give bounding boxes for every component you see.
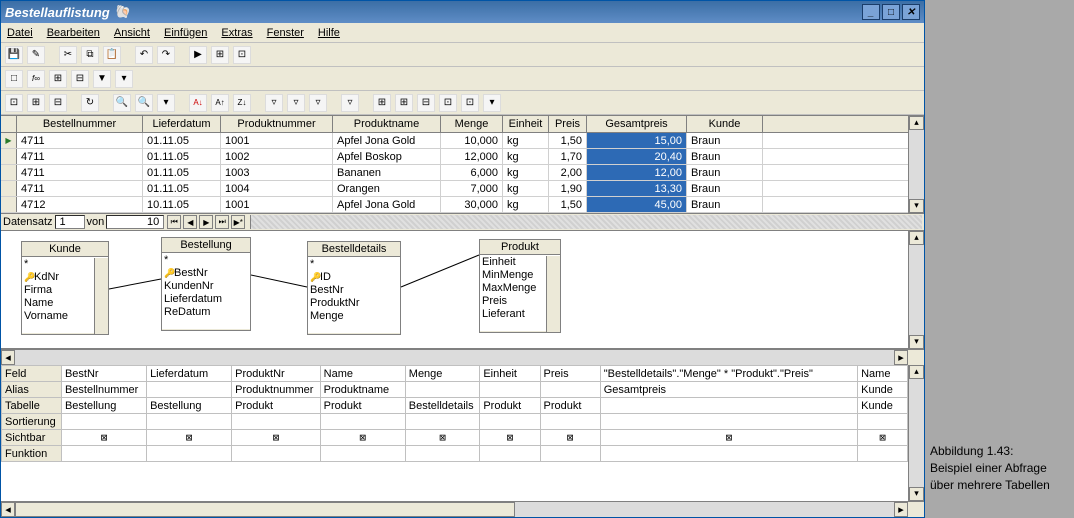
close-button[interactable]: ✕ bbox=[902, 4, 920, 20]
menu-datei[interactable]: Datei bbox=[7, 27, 33, 39]
find2-icon[interactable]: 🔍 bbox=[135, 94, 153, 112]
col-einheit[interactable]: Einheit bbox=[503, 116, 549, 132]
edit-icon[interactable]: ✎ bbox=[27, 46, 45, 64]
figure-caption: Abbildung 1.43: Beispiel einer Abfrage ü… bbox=[930, 443, 1074, 493]
window-title: Bestellauflistung bbox=[5, 5, 110, 20]
sort-asc-icon[interactable]: A↓ bbox=[189, 94, 207, 112]
menu-fenster[interactable]: Fenster bbox=[267, 27, 304, 39]
query-designer[interactable]: Kunde *🔑KdNrFirmaNameVorname Bestellung … bbox=[1, 231, 908, 349]
toolbar-2: □ f∞ ⊞ ⊟ ▼ ▾ bbox=[1, 67, 924, 91]
menu-hilfe[interactable]: Hilfe bbox=[318, 27, 340, 39]
nav-last-icon[interactable]: ⏭ bbox=[215, 215, 229, 229]
run-icon[interactable]: ▶ bbox=[189, 46, 207, 64]
paste-icon[interactable]: 📋 bbox=[103, 46, 121, 64]
col-preis[interactable]: Preis bbox=[549, 116, 587, 132]
designer-scrollbar-h[interactable]: ◂ ▸ bbox=[1, 349, 924, 365]
dropdown2-icon[interactable]: ▾ bbox=[157, 94, 175, 112]
alias-icon[interactable]: ⊟ bbox=[71, 70, 89, 88]
criteria-scrollbar-h[interactable]: ◂ ▸ bbox=[1, 501, 924, 517]
refresh-icon[interactable]: ↻ bbox=[81, 94, 99, 112]
table-bestelldetails[interactable]: Bestelldetails *🔑IDBestNrProduktNrMenge bbox=[307, 241, 401, 335]
record-navigator: Datensatz 1 von 10 ⏮ ◀ ▶ ⏭ ▶* bbox=[1, 213, 924, 231]
nav-von: von bbox=[87, 216, 105, 228]
menu-bearbeiten[interactable]: Bearbeiten bbox=[47, 27, 100, 39]
copy-icon[interactable]: ⧉ bbox=[81, 46, 99, 64]
table-row[interactable]: 471210.11.051001Apfel Jona Gold30,000kg1… bbox=[1, 197, 908, 213]
nav-next-icon[interactable]: ▶ bbox=[199, 215, 213, 229]
col-lieferdatum[interactable]: Lieferdatum bbox=[143, 116, 221, 132]
cut-icon[interactable]: ✂ bbox=[59, 46, 77, 64]
table-produkt[interactable]: Produkt EinheitMinMengeMaxMengePreisLief… bbox=[479, 239, 561, 333]
new-icon[interactable]: □ bbox=[5, 70, 23, 88]
table-bestellung[interactable]: Bestellung *🔑BestNrKundenNrLieferdatumRe… bbox=[161, 237, 251, 331]
toolbar-1: 💾 ✎ ✂ ⧉ 📋 ↶ ↷ ▶ ⊞ ⊡ bbox=[1, 43, 924, 67]
col-produktnummer[interactable]: Produktnummer bbox=[221, 116, 333, 132]
criteria-scrollbar-v[interactable]: ▴▾ bbox=[908, 365, 924, 501]
rec-edit-icon[interactable]: ⊞ bbox=[27, 94, 45, 112]
redo-icon[interactable]: ↷ bbox=[157, 46, 175, 64]
grid-scrollbar-v[interactable]: ▴▾ bbox=[908, 116, 924, 213]
find-icon[interactable]: 🔍 bbox=[113, 94, 131, 112]
criteria-grid[interactable]: FeldBestNrLieferdatumProduktNrNameMengeE… bbox=[1, 365, 908, 501]
nav-current[interactable]: 1 bbox=[55, 215, 85, 229]
col-icon[interactable]: ⊡ bbox=[439, 94, 457, 112]
table-row[interactable]: 471101.11.051002Apfel Boskop12,000kg1,70… bbox=[1, 149, 908, 165]
criteria-row-sortierung: Sortierung bbox=[2, 414, 62, 430]
maximize-button[interactable]: □ bbox=[882, 4, 900, 20]
menu-extras[interactable]: Extras bbox=[221, 27, 252, 39]
rec-del-icon[interactable]: ⊟ bbox=[49, 94, 67, 112]
rec-save-icon[interactable]: ⊡ bbox=[5, 94, 23, 112]
fn-icon[interactable]: f∞ bbox=[27, 70, 45, 88]
col2-icon[interactable]: ⊡ bbox=[461, 94, 479, 112]
col-bestellnummer[interactable]: Bestellnummer bbox=[17, 116, 143, 132]
nav-first-icon[interactable]: ⏮ bbox=[167, 215, 181, 229]
sql-icon[interactable]: ⊞ bbox=[211, 46, 229, 64]
table-row[interactable]: 471101.11.051004Orangen7,000kg1,9013,30B… bbox=[1, 181, 908, 197]
menubar: Datei Bearbeiten Ansicht Einfügen Extras… bbox=[1, 23, 924, 43]
table-row[interactable]: ▶471101.11.051001Apfel Jona Gold10,000kg… bbox=[1, 133, 908, 149]
nav-prev-icon[interactable]: ◀ bbox=[183, 215, 197, 229]
nav-new-icon[interactable]: ▶* bbox=[231, 215, 245, 229]
toolbar-3: ⊡ ⊞ ⊟ ↻ 🔍 🔍 ▾ A↓ A↑ Z↓ ▿ ▿ ▿ ▿ ⊞ ⊞ ⊟ ⊡ ⊡… bbox=[1, 91, 924, 115]
nav-label: Datensatz bbox=[3, 216, 53, 228]
ins-col2-icon[interactable]: ⊞ bbox=[395, 94, 413, 112]
sort-az-icon[interactable]: A↑ bbox=[211, 94, 229, 112]
criteria-row-feld: Feld bbox=[2, 366, 62, 382]
del-col-icon[interactable]: ⊟ bbox=[417, 94, 435, 112]
table-icon[interactable]: ⊞ bbox=[49, 70, 67, 88]
funnel-icon[interactable]: ▼ bbox=[93, 70, 111, 88]
filter2-icon[interactable]: ▿ bbox=[287, 94, 305, 112]
col-menge[interactable]: Menge bbox=[441, 116, 503, 132]
designer-scrollbar-v[interactable]: ▴▾ bbox=[908, 231, 924, 349]
dropdown-icon[interactable]: ▾ bbox=[115, 70, 133, 88]
criteria-row-tabelle: Tabelle bbox=[2, 398, 62, 414]
criteria-row-sichtbar: Sichtbar bbox=[2, 430, 62, 446]
minimize-button[interactable]: _ bbox=[862, 4, 880, 20]
design-icon[interactable]: ⊡ bbox=[233, 46, 251, 64]
menu-einfuegen[interactable]: Einfügen bbox=[164, 27, 207, 39]
col-kunde[interactable]: Kunde bbox=[687, 116, 763, 132]
menu-ansicht[interactable]: Ansicht bbox=[114, 27, 150, 39]
undo-icon[interactable]: ↶ bbox=[135, 46, 153, 64]
nofilter-icon[interactable]: ▿ bbox=[341, 94, 359, 112]
dd3-icon[interactable]: ▾ bbox=[483, 94, 501, 112]
criteria-row-alias: Alias bbox=[2, 382, 62, 398]
col-gesamtpreis[interactable]: Gesamtpreis bbox=[587, 116, 687, 132]
criteria-row-funktion: Funktion bbox=[2, 446, 62, 462]
table-kunde[interactable]: Kunde *🔑KdNrFirmaNameVorname bbox=[21, 241, 109, 335]
nav-total: 10 bbox=[106, 215, 164, 229]
table-row[interactable]: 471101.11.051003Bananen6,000kg2,0012,00B… bbox=[1, 165, 908, 181]
filter3-icon[interactable]: ▿ bbox=[309, 94, 327, 112]
result-grid: Bestellnummer Lieferdatum Produktnummer … bbox=[1, 115, 924, 213]
sort-za-icon[interactable]: Z↓ bbox=[233, 94, 251, 112]
filter-icon[interactable]: ▿ bbox=[265, 94, 283, 112]
grid-header-row: Bestellnummer Lieferdatum Produktnummer … bbox=[1, 116, 908, 133]
col-produktname[interactable]: Produktname bbox=[333, 116, 441, 132]
save-icon[interactable]: 💾 bbox=[5, 46, 23, 64]
app-window: Bestellauflistung 🐚 _ □ ✕ Datei Bearbeit… bbox=[0, 0, 925, 518]
ins-col-icon[interactable]: ⊞ bbox=[373, 94, 391, 112]
titlebar[interactable]: Bestellauflistung 🐚 _ □ ✕ bbox=[1, 1, 924, 23]
